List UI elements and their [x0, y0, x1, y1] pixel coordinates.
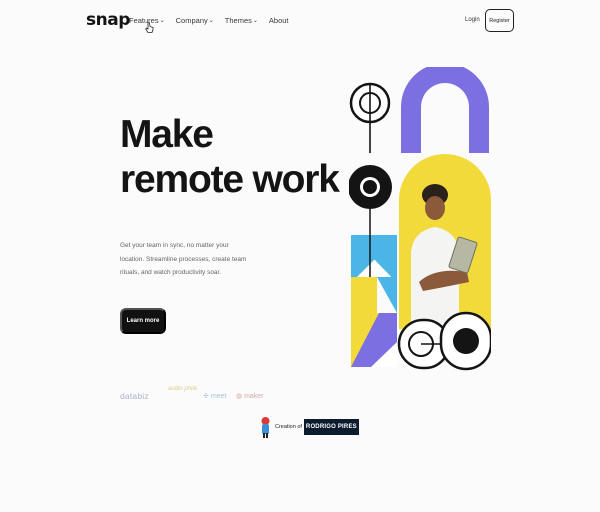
credit-label: Creation of	[275, 424, 302, 430]
purple-arch-shape	[401, 67, 489, 153]
chevron-down-icon: ⌄	[208, 18, 214, 24]
hero-title-line-1: Make	[120, 113, 214, 156]
meet-logo-mark: ✢	[203, 393, 211, 400]
nav-company[interactable]: Company ⌄	[176, 16, 214, 25]
nav-about-label: About	[268, 16, 289, 25]
nav-features-label: Features	[129, 16, 159, 25]
credit-name-badge[interactable]: RODRIGO PIRES	[303, 419, 359, 435]
hero-title: Make remote work	[120, 112, 340, 202]
nav-themes-label: Themes	[224, 16, 252, 25]
nav-about[interactable]: About	[269, 16, 289, 25]
hero-description: Get your team in sync, no matter your lo…	[120, 242, 247, 276]
hero-title-line-2: remote work	[120, 158, 340, 201]
maker-logo: ◍ maker	[236, 392, 264, 400]
databiz-logo: databiz	[120, 391, 149, 401]
meet-logo: ✢ meet	[203, 392, 226, 400]
yellow-block	[351, 277, 377, 313]
black-dot-shape	[453, 328, 479, 354]
maker-logo-mark: ◍	[236, 393, 245, 400]
creator-avatar-icon	[261, 417, 270, 438]
register-button[interactable]: Register	[485, 9, 514, 32]
chevron-down-icon: ⌄	[159, 18, 165, 24]
chevron-down-icon: ⌄	[252, 18, 258, 24]
nav-company-label: Company	[175, 16, 208, 25]
meet-logo-label: meet	[210, 393, 227, 400]
login-link[interactable]: Login	[465, 17, 480, 23]
audiophile-logo: audio phile	[168, 386, 198, 392]
maker-logo-label: maker	[244, 393, 264, 400]
learn-more-button[interactable]: Learn more	[120, 308, 166, 334]
nav-themes[interactable]: Themes ⌄	[225, 16, 258, 25]
hand-pointer-icon	[145, 22, 154, 33]
hero-illustration	[349, 67, 491, 371]
brand-logo[interactable]: snap	[86, 10, 130, 30]
creator-credit[interactable]: Creation of RODRIGO PIRES	[260, 415, 359, 439]
